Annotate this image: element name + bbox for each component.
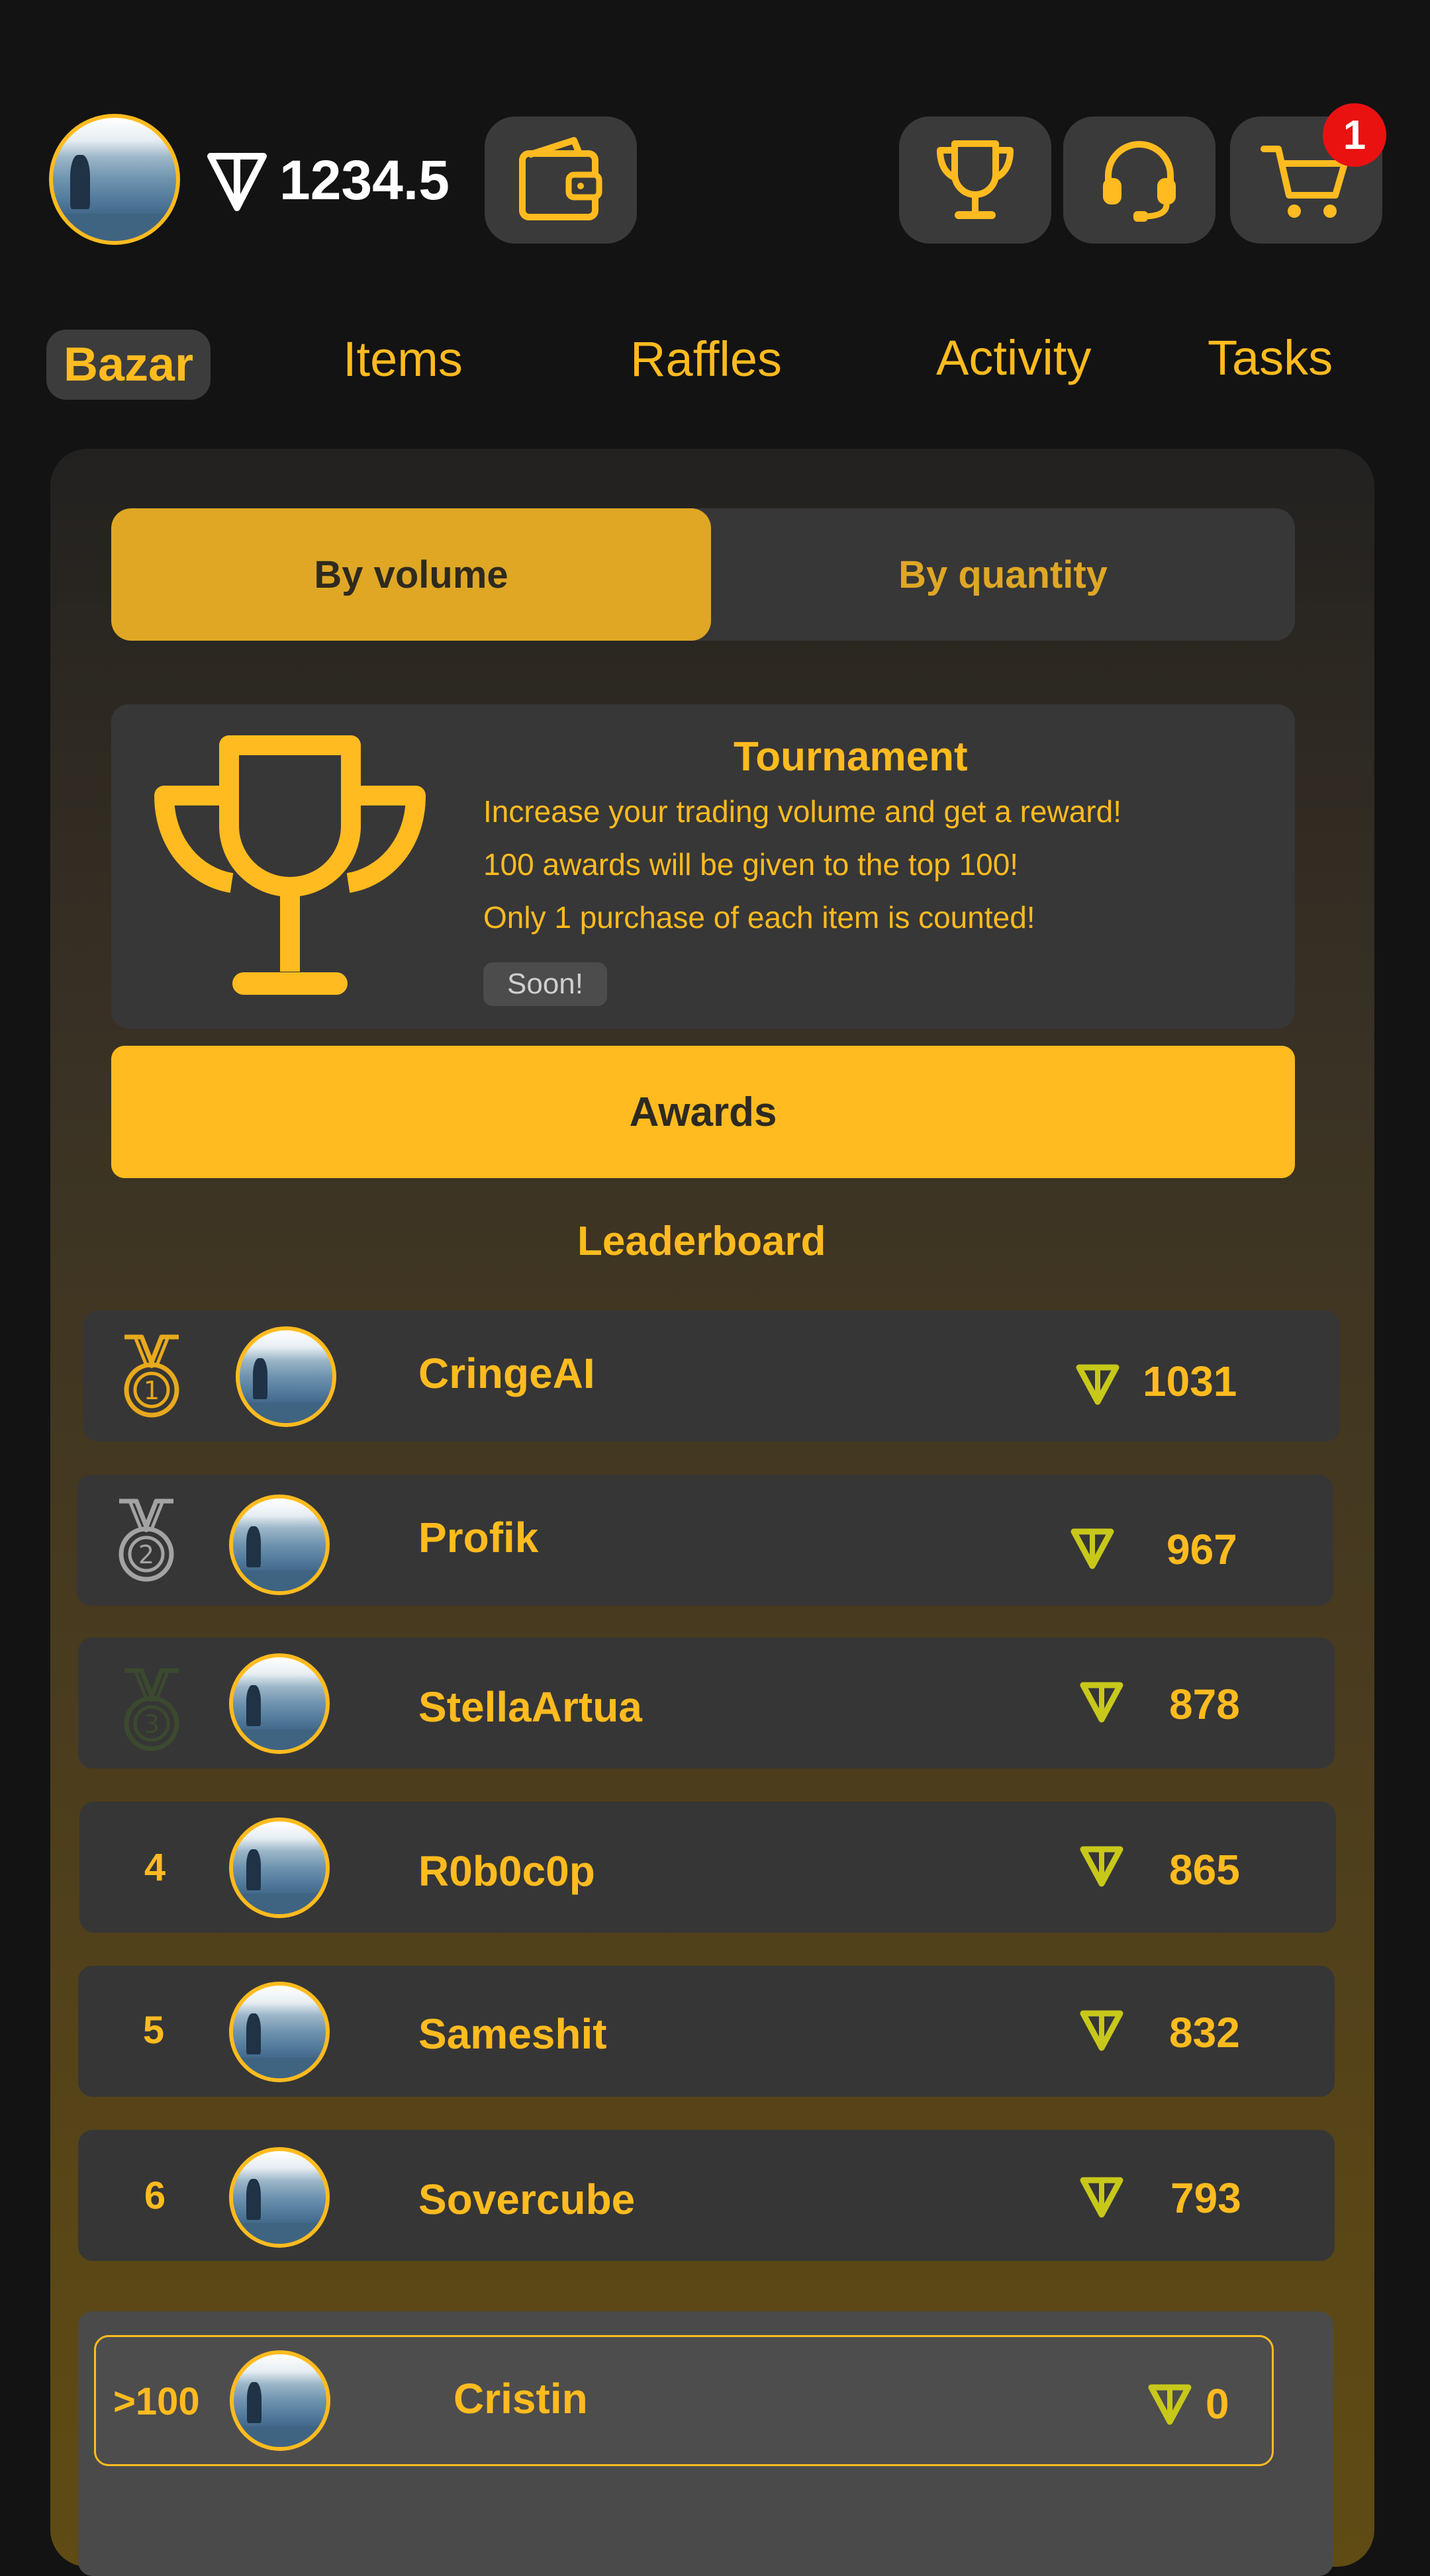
gold-medal-icon: 1 — [124, 1334, 179, 1418]
headset-icon — [1103, 141, 1176, 222]
user-avatar[interactable] — [49, 114, 180, 245]
tab-raffles[interactable]: Raffles — [630, 331, 782, 387]
player-rank: 6 — [144, 2174, 166, 2217]
balance-amount: 1234.5 — [279, 149, 450, 211]
trophy-icon — [937, 140, 1014, 219]
awards-button[interactable]: Awards — [111, 1046, 1295, 1178]
tournament-card: Tournament Increase your trading volume … — [111, 704, 1295, 1029]
wallet-button[interactable] — [485, 116, 637, 244]
ton-icon — [1076, 1364, 1120, 1405]
tournament-description: Increase your trading volume and get a r… — [483, 785, 1121, 944]
player-name: CringeAI — [418, 1350, 595, 1397]
player-name: StellaArtua — [418, 1683, 642, 1731]
ton-icon — [1080, 2010, 1123, 2051]
avatar — [230, 2350, 330, 2451]
ton-icon — [1080, 1846, 1123, 1887]
tournament-title: Tournament — [734, 734, 968, 780]
player-amount: 967 — [1167, 1526, 1237, 1573]
avatar — [236, 1326, 336, 1427]
player-amount: 1031 — [1143, 1357, 1237, 1405]
trophy-icon — [154, 735, 426, 995]
player-rank: 5 — [142, 2009, 165, 2052]
leaderboard-row[interactable]: 6 Sovercube 793 — [78, 2130, 1335, 2261]
support-button[interactable] — [1063, 116, 1216, 244]
tab-items[interactable]: Items — [343, 331, 463, 387]
tournament-line: Increase your trading volume and get a r… — [483, 794, 1121, 829]
avatar — [229, 1653, 330, 1754]
player-amount: 832 — [1169, 2009, 1240, 2056]
tournament-line: Only 1 purchase of each item is counted! — [483, 900, 1035, 935]
by-quantity-option[interactable]: By quantity — [711, 508, 1295, 641]
ton-icon — [1080, 2177, 1123, 2218]
leaderboard-title: Leaderboard — [577, 1219, 826, 1264]
ranking-toggle: By volume By quantity — [111, 508, 1295, 641]
ton-icon — [1148, 2384, 1192, 2425]
leaderboard-row[interactable]: 3 StellaArtua 878 — [78, 1637, 1335, 1769]
player-name: Profik — [418, 1514, 539, 1561]
tab-tasks[interactable]: Tasks — [1208, 330, 1333, 386]
player-rank: 4 — [144, 1846, 166, 1889]
leaderboard-button[interactable] — [899, 116, 1051, 244]
tab-bazar[interactable]: Bazar — [46, 330, 211, 400]
svg-text:2: 2 — [138, 1540, 154, 1569]
tab-label: Tasks — [1208, 330, 1333, 385]
svg-text:3: 3 — [144, 1710, 160, 1739]
player-amount: 793 — [1170, 2174, 1241, 2222]
avatar — [229, 1495, 330, 1595]
soon-badge: Soon! — [483, 962, 607, 1006]
player-name: Cristin — [453, 2375, 588, 2422]
player-name: Sameshit — [418, 2010, 607, 2058]
tab-label: Items — [343, 332, 463, 387]
wallet-icon — [519, 137, 602, 220]
player-amount: 865 — [1169, 1846, 1240, 1894]
ton-icon — [207, 153, 267, 211]
player-amount: 878 — [1169, 1680, 1240, 1728]
tab-activity[interactable]: Activity — [936, 330, 1091, 386]
svg-text:1: 1 — [144, 1376, 160, 1405]
avatar — [229, 1982, 330, 2082]
bronze-medal-icon: 3 — [124, 1668, 179, 1751]
ton-icon — [1071, 1528, 1114, 1569]
player-amount: 0 — [1206, 2380, 1229, 2428]
tournament-line: 100 awards will be given to the top 100! — [483, 847, 1019, 882]
player-rank: >100 — [113, 2380, 200, 2423]
leaderboard-row[interactable]: 1 CringeAI 1031 — [83, 1311, 1340, 1442]
leaderboard-row[interactable]: 5 Sameshit 832 — [78, 1966, 1335, 2097]
avatar — [229, 1817, 330, 1918]
leaderboard-row[interactable]: 2 Profik 967 — [77, 1475, 1333, 1606]
tab-label: Raffles — [630, 332, 782, 387]
player-name: Sovercube — [418, 2176, 636, 2223]
my-leaderboard-row[interactable]: >100 Cristin 0 — [94, 2335, 1274, 2466]
silver-medal-icon: 2 — [119, 1498, 174, 1582]
player-name: R0b0c0p — [418, 1847, 595, 1895]
avatar — [229, 2147, 330, 2248]
leaderboard-row[interactable]: 4 R0b0c0p 865 — [79, 1802, 1336, 1933]
tab-label: Activity — [936, 330, 1092, 385]
ton-icon — [1080, 1682, 1123, 1723]
by-volume-option[interactable]: By volume — [111, 508, 711, 641]
cart-count-badge: 1 — [1323, 103, 1386, 167]
